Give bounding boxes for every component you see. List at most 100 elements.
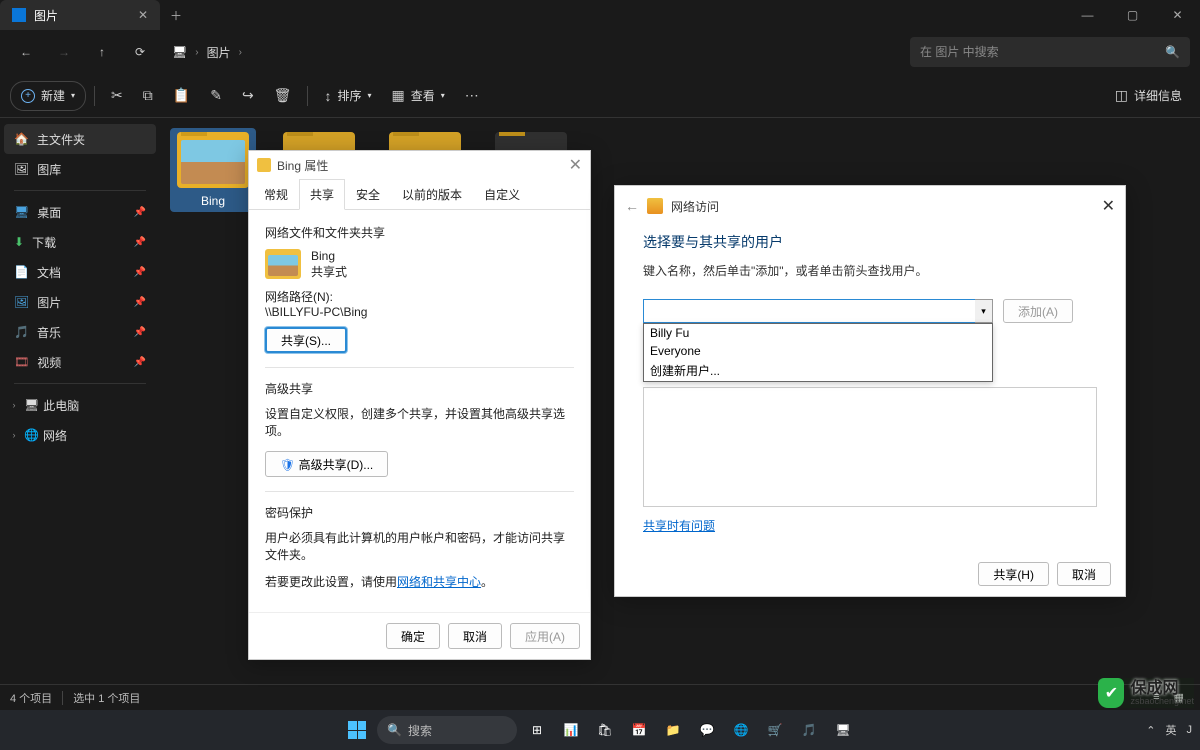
separator [62,691,63,705]
view-label: 查看 [411,87,435,104]
dropdown-option[interactable]: Billy Fu [644,324,992,342]
rename-button[interactable]: ✎ [202,81,230,111]
dropdown-option[interactable]: Everyone [644,342,992,360]
sidebar-gallery[interactable]: 🖼图库 [4,154,156,184]
sidebar-label: 音乐 [37,324,61,341]
search-input[interactable] [920,45,1165,59]
taskbar-search[interactable]: 🔍搜索 [377,716,517,744]
start-button[interactable] [343,716,371,744]
delete-button[interactable]: 🗑 [266,81,300,111]
sidebar-pictures[interactable]: 🖼图片📌 [4,287,156,317]
taskbar-app-icon[interactable]: 🖥 [829,716,857,744]
properties-tabs: 常规 共享 安全 以前的版本 自定义 [249,179,590,210]
ime-indicator[interactable]: 英 [1166,722,1177,738]
tab-sharing[interactable]: 共享 [299,179,345,210]
sidebar-label: 文档 [37,264,61,281]
share-confirm-button[interactable]: 共享(H) [978,562,1049,586]
taskbar-app-icon[interactable]: 💬 [693,716,721,744]
up-button[interactable]: ↑ [86,36,118,68]
close-icon[interactable]: ✕ [1102,196,1115,216]
folder-item[interactable]: Bing [170,128,256,212]
network-center-link[interactable]: 网络和共享中心 [397,575,481,589]
dialog-titlebar[interactable]: Bing 属性 ✕ [249,151,590,179]
taskbar-explorer-icon[interactable]: 📁 [659,716,687,744]
tab-customize[interactable]: 自定义 [473,179,531,210]
details-icon: ◫ [1115,87,1128,104]
more-button[interactable]: ⋯ [457,81,487,111]
taskbar-app-icon[interactable]: 🛒 [761,716,789,744]
tab-general[interactable]: 常规 [253,179,299,210]
sidebar-label: 下载 [32,234,56,251]
watermark: ✔ 保成网 zsbaocheng.net [1098,678,1194,708]
sharing-trouble-link[interactable]: 共享时有问题 [643,517,715,534]
ime-indicator[interactable]: J [1187,724,1193,736]
rename-icon: ✎ [210,87,222,104]
breadcrumb[interactable]: 🖥 › 图片 › [172,44,904,61]
copy-button[interactable]: ⧉ [135,81,161,111]
dropdown-option[interactable]: 创建新用户... [644,360,992,381]
back-button[interactable]: ← [10,36,42,68]
close-tab-icon[interactable]: ✕ [138,8,148,22]
plus-circle-icon: + [21,89,35,103]
ok-button[interactable]: 确定 [386,623,440,649]
new-tab-button[interactable]: ＋ [160,0,192,30]
back-icon[interactable]: ← [625,198,639,214]
cancel-button[interactable]: 取消 [1057,562,1111,586]
sort-button[interactable]: ↕ 排序 ▾ [316,81,379,111]
taskbar-app-icon[interactable]: 📊 [557,716,585,744]
taskbar-app-icon[interactable]: 📅 [625,716,653,744]
tab-previous-versions[interactable]: 以前的版本 [391,179,473,210]
close-icon[interactable]: ✕ [569,155,582,175]
dropdown-caret-icon[interactable]: ▾ [975,299,993,323]
maximize-button[interactable]: ▢ [1110,0,1155,30]
advanced-share-button[interactable]: 🛡 高级共享(D)... [265,451,388,477]
details-pane-button[interactable]: ◫ 详细信息 [1107,81,1190,111]
user-input[interactable] [643,299,993,323]
sidebar-videos[interactable]: 🎞视频📌 [4,347,156,377]
minimize-button[interactable]: — [1065,0,1110,30]
sidebar-music[interactable]: 🎵音乐📌 [4,317,156,347]
search-icon[interactable]: 🔍 [1165,45,1180,59]
sidebar-documents[interactable]: 📄文档📌 [4,257,156,287]
cut-button[interactable]: ✂ [103,81,131,111]
tab-security[interactable]: 安全 [345,179,391,210]
desktop-icon: 🖥 [14,205,29,219]
forward-button[interactable]: → [48,36,80,68]
refresh-button[interactable]: ⟳ [124,36,156,68]
breadcrumb-segment[interactable]: 图片 [207,44,231,61]
view-button[interactable]: ▦ 查看 ▾ [383,81,452,111]
sidebar-home[interactable]: 🏠主文件夹 [4,124,156,154]
close-window-button[interactable]: ✕ [1155,0,1200,30]
tray-chevron-icon[interactable]: ⌃ [1146,724,1155,737]
add-user-button[interactable]: 添加(A) [1003,299,1073,323]
dialog-header[interactable]: ← 网络访问 ✕ [615,186,1125,226]
sidebar-desktop[interactable]: 🖥桌面📌 [4,197,156,227]
search-box[interactable]: 🔍 [910,37,1190,67]
status-selection: 选中 1 个项目 [73,690,140,706]
taskbar-edge-icon[interactable]: 🌐 [727,716,755,744]
taskbar-app-icon[interactable]: 🛍 [591,716,619,744]
window-titlebar: 图片 ✕ ＋ — ▢ ✕ [0,0,1200,30]
taskbar-app-icon[interactable]: 🎵 [795,716,823,744]
window-controls: — ▢ ✕ [1065,0,1200,30]
cancel-button[interactable]: 取消 [448,623,502,649]
share-button[interactable]: 共享(S)... [265,327,347,353]
explorer-tab[interactable]: 图片 ✕ [0,0,160,30]
system-tray[interactable]: ⌃ 英 J [1146,722,1192,738]
sidebar-thispc[interactable]: ›🖥此电脑 [4,390,156,420]
sidebar-downloads[interactable]: ⬇下载📌 [4,227,156,257]
separator [14,190,146,191]
pc-icon: 🖥 [172,45,187,59]
selected-users-list[interactable] [643,387,1097,507]
folder-icon [265,249,301,279]
task-view-button[interactable]: ⊞ [523,716,551,744]
sidebar-network[interactable]: ›🌐网络 [4,420,156,450]
pin-icon: 📌 [134,357,146,368]
share-icon: ↪ [242,87,254,104]
share-group-header: 网络文件和文件夹共享 [265,224,574,241]
new-button[interactable]: + 新建 ▾ [10,81,86,111]
apply-button[interactable]: 应用(A) [510,623,580,649]
sidebar-label: 桌面 [37,204,61,221]
paste-button[interactable]: 📋 [165,81,198,111]
share-button[interactable]: ↪ [234,81,262,111]
